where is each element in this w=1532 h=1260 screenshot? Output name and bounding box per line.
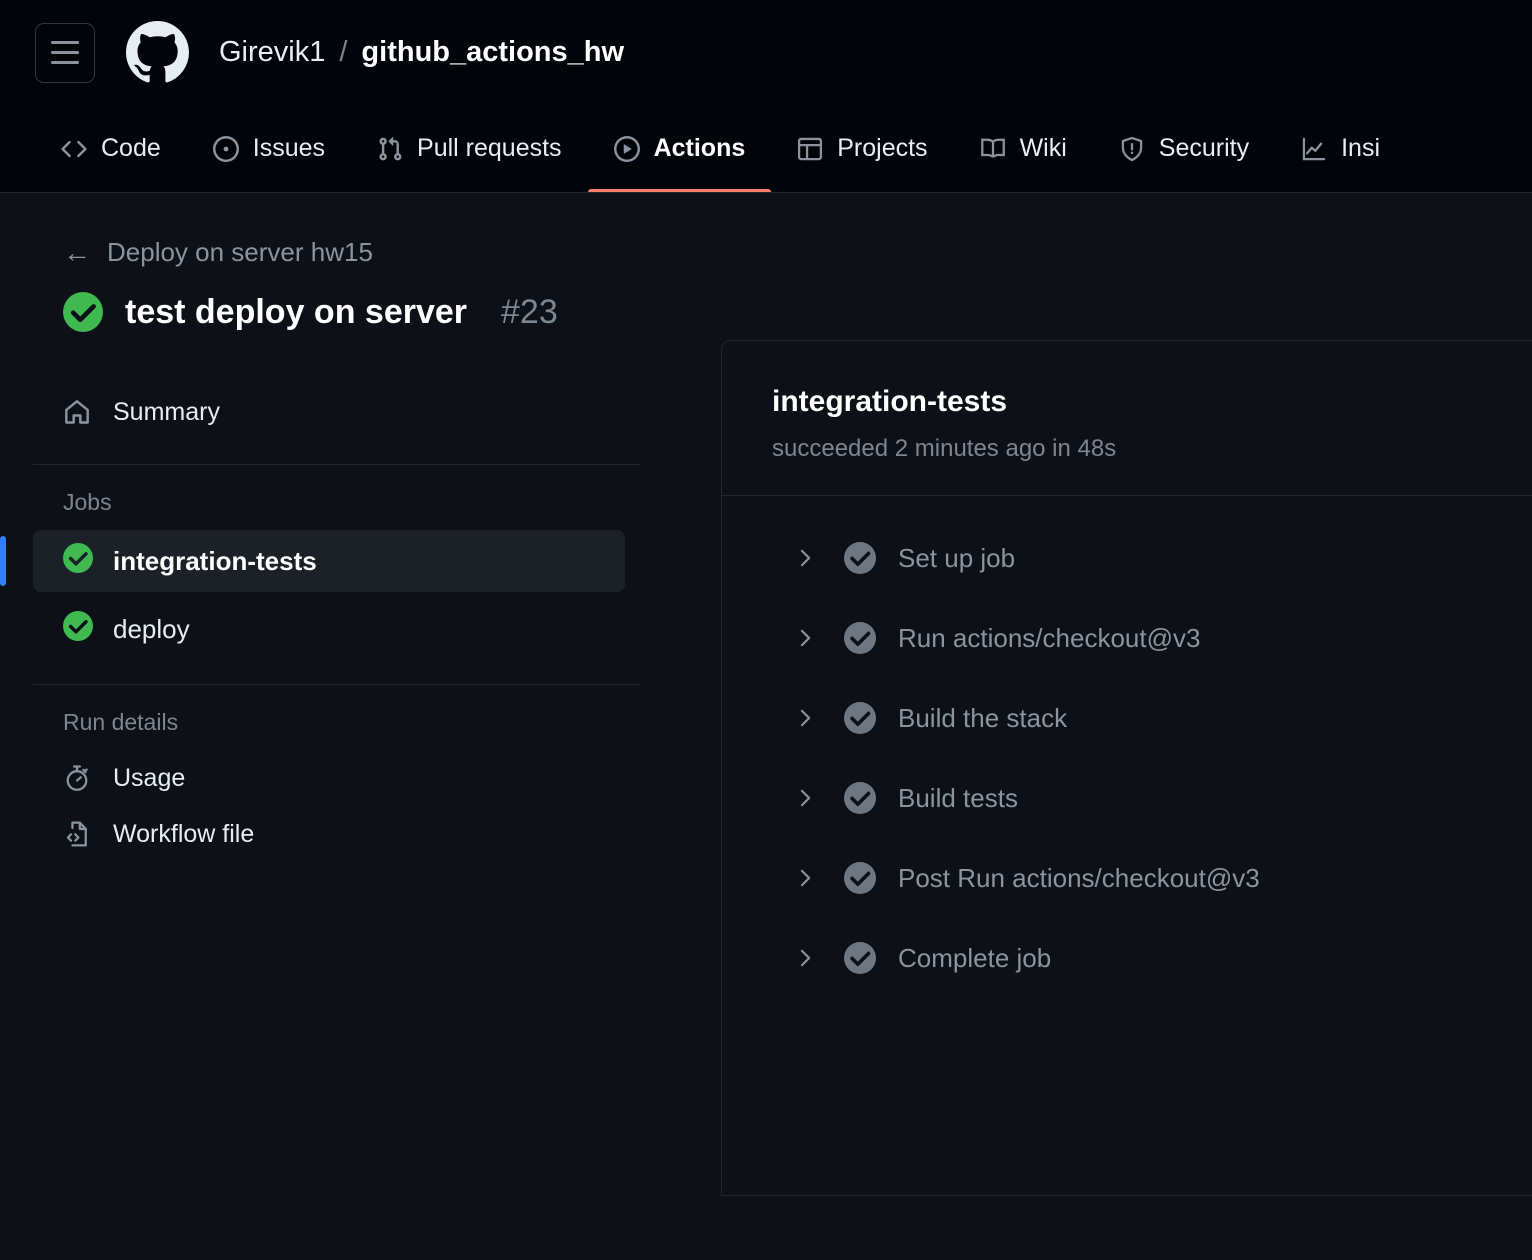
sidebar: Summary Jobs integration-tests deploy Ru… [0,384,641,1196]
job-step-label: Run actions/checkout@v3 [898,622,1201,653]
sidebar-item-label: Usage [113,763,186,792]
back-link[interactable]: ← Deploy on server hw15 [63,237,373,268]
menu-bar-2 [51,51,79,54]
page-title: test deploy on server #23 [63,292,1532,332]
sidebar-job-label: integration-tests [113,545,317,576]
chevron-right-icon[interactable] [788,627,822,649]
chevron-right-icon[interactable] [788,707,822,729]
nav-item-issues[interactable]: Issues [187,105,351,192]
stopwatch-icon [63,764,93,792]
file-code-icon [63,820,93,848]
nav-item-label: Projects [837,134,928,162]
sidebar-jobs-header: Jobs [63,489,112,515]
nav-item-label: Wiki [1019,134,1067,162]
main-body: ← Deploy on server hw15 test deploy on s… [0,193,1532,1260]
menu-bar-1 [51,41,79,44]
job-step-label: Post Run actions/checkout@v3 [898,862,1260,893]
nav-item-label: Issues [252,134,326,162]
job-panel-header: integration-tests succeeded 2 minutes ag… [722,341,1532,495]
back-link-label: Deploy on server hw15 [107,237,373,267]
shield-icon [1119,136,1145,162]
sidebar-item-label: Workflow file [113,819,255,848]
sidebar-item-usage[interactable]: Usage [33,750,641,806]
nav-item-label: Pull requests [417,134,562,162]
check-circle-icon [844,542,876,574]
sidebar-divider-bottom [33,684,641,685]
job-step-label: Set up job [898,542,1016,573]
sidebar-run-details-header: Run details [63,709,179,735]
chevron-right-icon[interactable] [788,867,822,889]
nav-item-pull-requests[interactable]: Pull requests [351,105,588,192]
check-circle-icon [844,942,876,974]
job-step-row[interactable]: Build the stack [722,678,1532,758]
job-step-label: Complete job [898,942,1052,973]
nav-item-actions[interactable]: Actions [587,105,772,192]
job-step-row[interactable]: Build tests [722,758,1532,838]
breadcrumb-owner[interactable]: Girevik1 [219,36,325,69]
job-step-row[interactable]: Post Run actions/checkout@v3 [722,838,1532,918]
sidebar-job-integration-tests[interactable]: integration-tests [0,530,625,592]
job-panel-title: integration-tests [772,385,1008,418]
sidebar-job-deploy[interactable]: deploy [33,598,625,660]
check-circle-icon [63,542,93,580]
git-pull-request-icon [377,136,403,162]
check-circle-icon [844,702,876,734]
job-step-row[interactable]: Set up job [722,518,1532,598]
run-header: ← Deploy on server hw15 test deploy on s… [0,193,1532,332]
check-circle-icon [63,610,93,648]
sidebar-job-label: deploy [113,613,190,644]
content-columns: Summary Jobs integration-tests deploy Ru… [0,340,1532,1196]
app-header: Girevik1 / github_actions_hw [0,0,1532,105]
nav-item-insights[interactable]: Insi [1275,105,1406,192]
nav-item-label: Actions [653,134,746,162]
check-circle-icon [844,782,876,814]
nav-item-code[interactable]: Code [35,105,187,192]
table-icon [797,136,823,162]
menu-icon[interactable] [35,22,95,83]
status-badge-success [63,292,103,332]
home-icon [63,398,93,426]
job-step-label: Build tests [898,782,1018,813]
nav-item-label: Security [1158,134,1250,162]
sidebar-item-label: Summary [113,397,220,426]
job-steps-list: Set up job Run actions/checkout@v3 Build… [722,496,1532,998]
chevron-right-icon[interactable] [788,947,822,969]
breadcrumb: Girevik1 / github_actions_hw [219,36,624,69]
repo-nav: Code Issues Pull requests Actions Projec… [0,105,1532,193]
book-icon [980,136,1006,162]
nav-item-security[interactable]: Security [1093,105,1275,192]
sidebar-item-workflow-file[interactable]: Workflow file [33,806,641,862]
check-circle-icon [844,862,876,894]
job-panel-subtitle: succeeded 2 minutes ago in 48s [772,435,1117,462]
nav-item-label: Insi [1341,134,1380,162]
run-title-text: test deploy on server [125,292,468,331]
nav-item-projects[interactable]: Projects [771,105,953,192]
graph-icon [1301,136,1327,162]
arrow-left-icon: ← [63,236,91,268]
menu-bar-3 [51,61,79,64]
check-circle-icon [844,622,876,654]
github-logo[interactable] [126,21,189,84]
job-step-row[interactable]: Run actions/checkout@v3 [722,598,1532,678]
breadcrumb-repo[interactable]: github_actions_hw [361,36,624,69]
sidebar-item-summary[interactable]: Summary [33,384,641,440]
issue-opened-icon [212,135,239,162]
breadcrumb-separator: / [339,36,348,68]
chevron-right-icon[interactable] [788,547,822,569]
play-circle-icon [613,135,640,162]
sidebar-divider-top [33,464,641,465]
job-step-row[interactable]: Complete job [722,918,1532,998]
run-number: #23 [501,292,558,331]
job-detail-panel: integration-tests succeeded 2 minutes ag… [721,340,1532,1196]
nav-item-wiki[interactable]: Wiki [954,105,1093,192]
code-icon [61,136,87,162]
chevron-right-icon[interactable] [788,787,822,809]
job-step-label: Build the stack [898,702,1068,733]
nav-item-label: Code [101,134,161,162]
